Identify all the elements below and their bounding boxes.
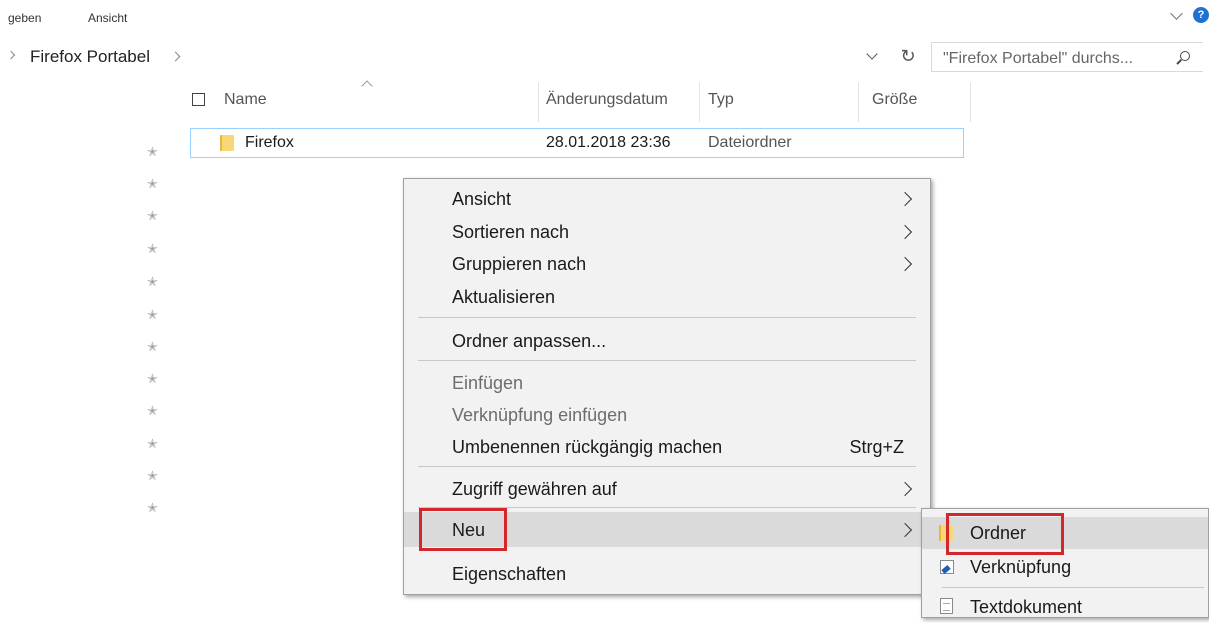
pin-icon[interactable]: ✭ bbox=[147, 371, 158, 387]
folder-icon bbox=[220, 135, 234, 151]
address-bar: Firefox Portabel ↻ "Firefox Portabel" du… bbox=[0, 36, 1209, 82]
menu-separator bbox=[418, 317, 916, 318]
menu-item-label: Umbenennen rückgängig machen bbox=[452, 437, 723, 457]
menu-item-sortieren-nach[interactable]: Sortieren nach bbox=[404, 216, 930, 248]
menu-item-label: Verknüpfung einfügen bbox=[452, 405, 628, 425]
file-type: Dateiordner bbox=[708, 134, 792, 151]
menu-item-label: Gruppieren nach bbox=[452, 254, 587, 274]
menu-separator bbox=[418, 466, 916, 467]
column-type[interactable]: Typ bbox=[708, 91, 734, 109]
menu-item-ansicht[interactable]: Ansicht bbox=[404, 183, 930, 215]
menu-item-umbenennen-rueckgaengig[interactable]: Umbenennen rückgängig machen Strg+Z bbox=[404, 431, 930, 463]
menu-item-gruppieren-nach[interactable]: Gruppieren nach bbox=[404, 248, 930, 280]
chevron-right-icon bbox=[897, 224, 913, 240]
column-divider[interactable] bbox=[538, 82, 539, 122]
pin-icon[interactable]: ✭ bbox=[147, 274, 158, 290]
ribbon-tabs: geben Ansicht ? bbox=[0, 0, 1209, 34]
menu-separator bbox=[942, 587, 1204, 588]
menu-item-label: Eigenschaften bbox=[452, 564, 567, 584]
menu-item-verknuepfung-einfuegen: Verknüpfung einfügen bbox=[404, 399, 930, 431]
pin-icon[interactable]: ✭ bbox=[147, 436, 158, 452]
submenu-item-textdokument[interactable]: Textdokument bbox=[922, 591, 1208, 623]
pin-icon[interactable]: ✭ bbox=[147, 176, 158, 192]
submenu-item-verknuepfung[interactable]: Verknüpfung bbox=[922, 551, 1208, 583]
search-icon[interactable] bbox=[1180, 51, 1190, 61]
menu-item-zugriff-gewaehren-auf[interactable]: Zugriff gewähren auf bbox=[404, 473, 930, 505]
menu-item-label: Aktualisieren bbox=[452, 287, 556, 307]
sort-ascending-icon bbox=[361, 80, 373, 92]
search-placeholder: "Firefox Portabel" durchs... bbox=[943, 50, 1134, 67]
ribbon-tab-freigeben[interactable]: geben bbox=[8, 11, 41, 25]
column-divider[interactable] bbox=[858, 82, 859, 122]
pin-icon[interactable]: ✭ bbox=[147, 307, 158, 323]
chevron-right-icon bbox=[897, 522, 913, 538]
menu-item-label: Zugriff gewähren auf bbox=[452, 479, 617, 499]
chevron-right-icon bbox=[897, 256, 913, 272]
column-size[interactable]: Größe bbox=[872, 91, 917, 109]
column-name[interactable]: Name bbox=[224, 91, 267, 109]
highlight-box bbox=[419, 508, 507, 551]
submenu-item-label: Textdokument bbox=[970, 597, 1083, 617]
menu-item-label: Ansicht bbox=[452, 189, 512, 209]
column-divider[interactable] bbox=[970, 82, 971, 122]
breadcrumb-chevron-icon[interactable] bbox=[170, 51, 181, 62]
select-all-checkbox[interactable] bbox=[192, 93, 205, 106]
menu-item-eigenschaften[interactable]: Eigenschaften bbox=[404, 558, 930, 590]
submenu-item-label: Verknüpfung bbox=[970, 557, 1072, 577]
pin-icon[interactable]: ✭ bbox=[147, 208, 158, 224]
pin-icon[interactable]: ✭ bbox=[147, 500, 158, 516]
menu-item-ordner-anpassen[interactable]: Ordner anpassen... bbox=[404, 325, 930, 357]
new-submenu: Ordner Verknüpfung Textdokument bbox=[921, 508, 1209, 618]
pin-icon[interactable]: ✭ bbox=[147, 339, 158, 355]
ribbon-tab-ansicht[interactable]: Ansicht bbox=[88, 11, 127, 25]
address-history-dropdown-icon[interactable] bbox=[866, 48, 878, 60]
menu-item-shortcut: Strg+Z bbox=[849, 437, 904, 457]
pin-icon[interactable]: ✭ bbox=[147, 241, 158, 257]
text-document-icon bbox=[940, 598, 953, 614]
menu-item-einfuegen: Einfügen bbox=[404, 367, 930, 399]
refresh-icon[interactable]: ↻ bbox=[897, 45, 919, 67]
menu-item-label: Ordner anpassen... bbox=[452, 331, 607, 351]
pin-icon[interactable]: ✭ bbox=[147, 144, 158, 160]
ribbon-expand-chevron-icon[interactable] bbox=[1170, 7, 1183, 20]
breadcrumb-expand-icon[interactable] bbox=[6, 50, 16, 60]
menu-item-aktualisieren[interactable]: Aktualisieren bbox=[404, 281, 930, 313]
pin-icon[interactable]: ✭ bbox=[147, 468, 158, 484]
column-divider[interactable] bbox=[699, 82, 700, 122]
file-name[interactable]: Firefox bbox=[245, 134, 294, 152]
menu-separator bbox=[418, 360, 916, 361]
shortcut-icon bbox=[940, 560, 954, 574]
help-icon[interactable]: ? bbox=[1193, 7, 1209, 23]
menu-item-label: Sortieren nach bbox=[452, 222, 570, 242]
column-date[interactable]: Änderungsdatum bbox=[546, 91, 668, 109]
highlight-box bbox=[946, 513, 1064, 555]
context-menu: Ansicht Sortieren nach Gruppieren nach A… bbox=[403, 178, 931, 595]
breadcrumb-firefox-portabel[interactable]: Firefox Portabel bbox=[30, 47, 150, 67]
file-date: 28.01.2018 23:36 bbox=[546, 134, 671, 151]
menu-item-label: Einfügen bbox=[452, 373, 524, 393]
chevron-right-icon bbox=[897, 191, 913, 207]
pin-icon[interactable]: ✭ bbox=[147, 403, 158, 419]
chevron-right-icon bbox=[897, 481, 913, 497]
